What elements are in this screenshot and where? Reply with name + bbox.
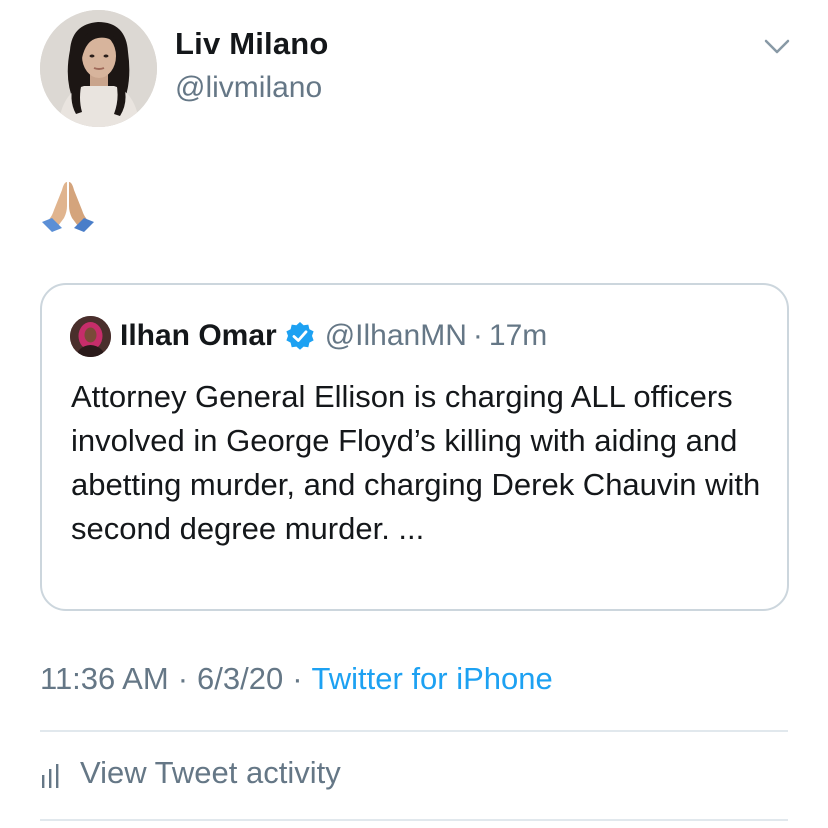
tweet-date: 6/3/20 xyxy=(197,661,284,696)
view-tweet-activity-button[interactable]: View Tweet activity xyxy=(40,755,341,791)
meta-separator: · xyxy=(292,661,303,696)
author-handle[interactable]: @livmilano xyxy=(175,71,322,105)
author-name[interactable]: Liv Milano xyxy=(175,26,329,62)
quoted-author-name[interactable]: Ilhan Omar xyxy=(120,319,277,353)
quoted-separator: · xyxy=(472,319,483,352)
author-avatar[interactable] xyxy=(40,10,157,127)
folded-hands-icon xyxy=(42,182,94,232)
divider xyxy=(40,730,788,732)
tweet-detail: Liv Milano @livmilano Ilhan Omar @IlhanM xyxy=(0,0,828,828)
bar-chart-icon xyxy=(42,764,59,788)
quoted-tweet-card[interactable]: Ilhan Omar @IlhanMN · 17m Attorney Gener… xyxy=(40,283,789,611)
divider xyxy=(40,819,788,821)
quoted-author-handle[interactable]: @IlhanMN xyxy=(325,319,467,353)
view-tweet-activity-label: View Tweet activity xyxy=(80,755,341,790)
meta-separator: · xyxy=(177,661,189,696)
tweet-meta: 11:36 AM · 6/3/20 · Twitter for iPhone xyxy=(40,661,553,697)
quoted-tweet-text: Attorney General Ellison is charging ALL… xyxy=(71,379,761,546)
chevron-down-icon[interactable] xyxy=(760,32,794,60)
quoted-author-avatar[interactable] xyxy=(70,316,111,357)
quoted-timestamp[interactable]: 17m xyxy=(489,319,547,353)
tweet-time: 11:36 AM xyxy=(40,661,169,696)
tweet-source-link[interactable]: Twitter for iPhone xyxy=(312,661,553,696)
quoted-tweet-header: Ilhan Omar @IlhanMN · 17m xyxy=(120,314,547,358)
verified-badge-icon xyxy=(286,322,314,350)
